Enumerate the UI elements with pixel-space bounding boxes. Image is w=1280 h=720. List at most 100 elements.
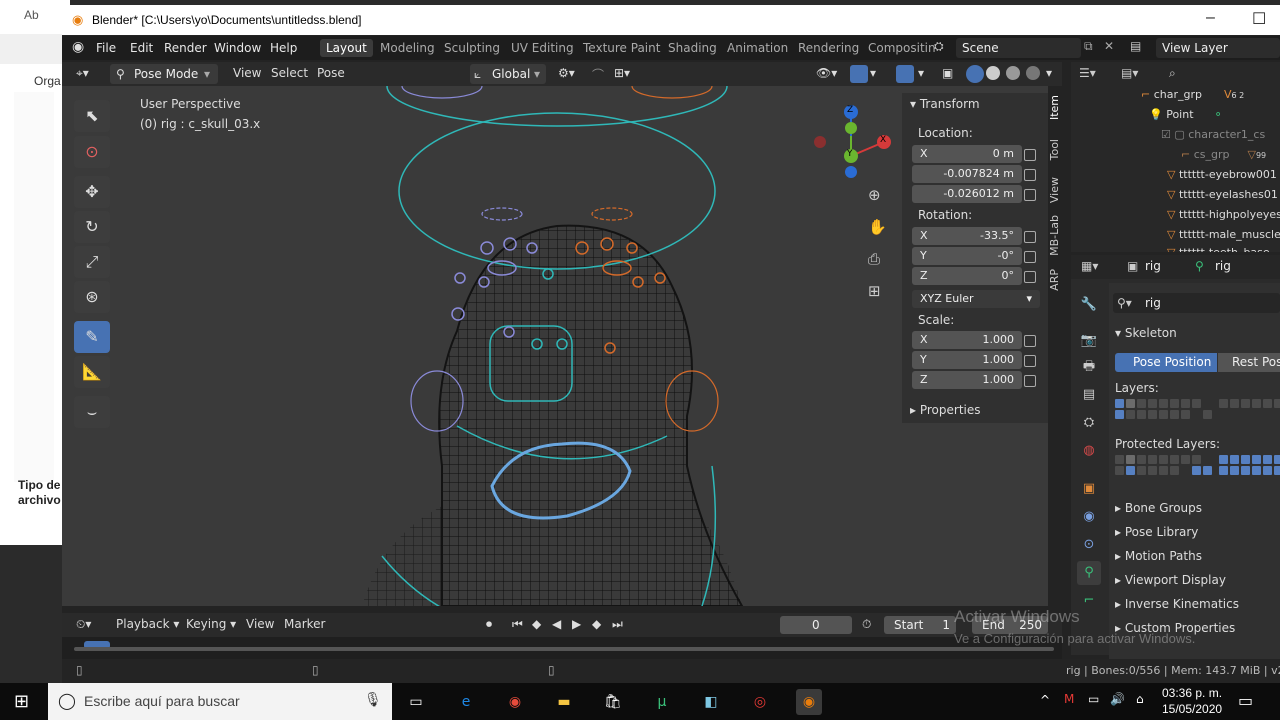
file-explorer-icon[interactable]: ▬	[551, 689, 577, 715]
viewport-display-header[interactable]: ▸ Viewport Display	[1115, 573, 1226, 587]
tab-layout[interactable]: Layout	[320, 39, 373, 57]
timeline-editor-icon[interactable]: ⏲▾	[76, 617, 91, 632]
play-icon[interactable]: ▶	[572, 617, 581, 631]
physics-properties-icon[interactable]: ⊙	[1077, 533, 1101, 557]
material-shading-icon[interactable]	[1006, 66, 1020, 80]
new-scene-icon[interactable]: ⧉	[1084, 39, 1093, 54]
skeleton-header[interactable]: ▾ Skeleton	[1115, 326, 1177, 340]
search-icon[interactable]: ⌕	[1169, 66, 1176, 81]
navigation-gizmo[interactable]: Z X Y	[802, 100, 892, 190]
world-properties-icon[interactable]: ◍	[1077, 439, 1101, 463]
select-tool-icon[interactable]: ⬉	[74, 100, 110, 132]
scale-x-field[interactable]: X 1.000	[912, 331, 1022, 349]
measure-tool-icon[interactable]: 📐	[74, 356, 110, 388]
timeline-view-menu[interactable]: View	[246, 617, 274, 631]
transform-tool-icon[interactable]: ⊛	[74, 281, 110, 313]
timeline-scrubber[interactable]	[62, 637, 1062, 659]
volume-icon[interactable]: 🔊	[1110, 692, 1125, 706]
lock-icon[interactable]	[1024, 149, 1036, 161]
rotation-x-field[interactable]: X -33.5°	[912, 227, 1022, 245]
visibility-icon[interactable]: 👁▾	[816, 66, 837, 80]
jump-start-icon[interactable]: ⏮	[512, 617, 523, 632]
tray-chevron-icon[interactable]: ^	[1040, 693, 1050, 707]
app-red-icon[interactable]: ◎	[747, 689, 773, 715]
render-properties-icon[interactable]: 📷	[1077, 329, 1101, 353]
location-x-field[interactable]: X 0 m	[912, 145, 1022, 163]
wireframe-shading-icon[interactable]	[966, 65, 984, 83]
app-icon[interactable]: ◧	[698, 689, 724, 715]
menu-window[interactable]: Window	[214, 41, 261, 55]
bone-groups-header[interactable]: ▸ Bone Groups	[1115, 501, 1202, 515]
lock-icon[interactable]	[1024, 355, 1036, 367]
snap-target-icon[interactable]: ⊞▾	[614, 66, 630, 80]
mode-selector[interactable]: ⚲ Pose Mode ▾	[110, 64, 218, 84]
scene-properties-icon[interactable]: ⛭	[1077, 411, 1101, 435]
current-frame-field[interactable]: 0	[780, 616, 852, 634]
maximize-button[interactable]: ☐	[1252, 9, 1266, 29]
gizmo-toggle-icon[interactable]	[850, 65, 868, 83]
overlay-toggle-icon[interactable]	[896, 65, 914, 83]
chevron-down-icon[interactable]: ▾	[918, 66, 924, 80]
clock-time[interactable]: 03:36 p. m.	[1162, 686, 1222, 700]
pan-hand-icon[interactable]: ✋	[868, 218, 887, 236]
location-y-field[interactable]: -0.007824 m	[912, 165, 1022, 183]
perspective-toggle-icon[interactable]: ⊞	[868, 282, 881, 300]
lock-icon[interactable]	[1024, 335, 1036, 347]
tab-arp[interactable]: ARP	[1048, 269, 1062, 291]
microphone-icon[interactable]: 🎙	[364, 691, 382, 708]
display-mode-icon[interactable]: ▤▾	[1121, 66, 1138, 80]
lock-icon[interactable]	[1024, 375, 1036, 387]
tab-texture-paint[interactable]: Texture Paint	[583, 41, 660, 55]
lock-icon[interactable]	[1024, 231, 1036, 243]
rotation-y-field[interactable]: Y -0°	[912, 247, 1022, 265]
location-z-field[interactable]: -0.026012 m	[912, 185, 1022, 203]
outliner-row[interactable]: ▽ tttttt-eyelashes01🔧	[1167, 188, 1280, 208]
armature-properties-icon[interactable]: ⚲	[1077, 561, 1101, 585]
tab-modeling[interactable]: Modeling	[380, 41, 435, 55]
clock-date[interactable]: 15/05/2020	[1162, 702, 1222, 716]
task-view-icon[interactable]: ▭	[403, 689, 429, 715]
chevron-down-icon[interactable]: ▾	[870, 66, 876, 80]
tab-sculpting[interactable]: Sculpting	[444, 41, 500, 55]
blender-menu-icon[interactable]: ◉	[72, 39, 84, 55]
outliner-row[interactable]: ▽ tttttt-highpolyeyes🔧	[1167, 208, 1280, 228]
orientation-selector[interactable]: ⟀ Global ▾	[470, 64, 546, 84]
prev-keyframe-icon[interactable]: ◆	[532, 617, 541, 631]
scale-y-field[interactable]: Y 1.000	[912, 351, 1022, 369]
view-layer-properties-icon[interactable]: ▤	[1077, 383, 1101, 407]
taskbar-search-box[interactable]: ◯ Escribe aquí para buscar 🎙	[48, 683, 392, 720]
minimize-button[interactable]: –	[1206, 9, 1215, 27]
transform-header[interactable]: ▾ Transform	[910, 97, 980, 111]
camera-icon[interactable]: ⎙	[868, 250, 880, 268]
chevron-down-icon[interactable]: ▾	[1046, 66, 1052, 80]
snap-icon[interactable]: ⌒	[592, 66, 604, 83]
protected-layers-grid-right[interactable]	[1219, 455, 1280, 479]
constraint-properties-icon[interactable]: ◉	[1077, 505, 1101, 529]
editor-type-icon[interactable]: ⌖▾	[76, 66, 89, 81]
lock-icon[interactable]	[1024, 271, 1036, 283]
menu-select[interactable]: Select	[271, 66, 308, 80]
properties-editor-icon[interactable]: ▦▾	[1081, 259, 1098, 273]
lock-icon[interactable]	[1024, 251, 1036, 263]
stopwatch-icon[interactable]: ⏱	[862, 617, 871, 632]
tab-animation[interactable]: Animation	[727, 41, 788, 55]
tab-tool[interactable]: Tool	[1048, 139, 1062, 160]
properties-header[interactable]: ▸ Properties	[910, 403, 981, 417]
3d-viewport[interactable]: User Perspective (0) rig : c_skull_03.x …	[62, 86, 1048, 606]
rotation-z-field[interactable]: Z 0°	[912, 267, 1022, 285]
pivot-icon[interactable]: ⚙▾	[558, 66, 575, 80]
relax-pose-tool-icon[interactable]: ⌣	[74, 396, 110, 428]
object-properties-icon[interactable]: ▣	[1077, 477, 1101, 501]
play-reverse-icon[interactable]: ◀	[552, 617, 561, 631]
scene-selector[interactable]: Scene	[956, 38, 1081, 58]
network-icon[interactable]: ⌂	[1136, 692, 1144, 706]
cursor-tool-icon[interactable]: ⊙	[74, 136, 110, 168]
scrollbar[interactable]	[74, 647, 1054, 651]
view-layer-selector[interactable]: View Layer	[1156, 38, 1280, 58]
utorrent-icon[interactable]: μ	[649, 689, 675, 715]
armature-datablock-field[interactable]: ⚲▾ rig	[1113, 293, 1280, 313]
annotate-tool-icon[interactable]: ✎	[74, 321, 110, 353]
tab-rendering[interactable]: Rendering	[798, 41, 859, 55]
menu-pose[interactable]: Pose	[317, 66, 345, 80]
bone-properties-icon[interactable]: ⌐	[1077, 589, 1101, 613]
